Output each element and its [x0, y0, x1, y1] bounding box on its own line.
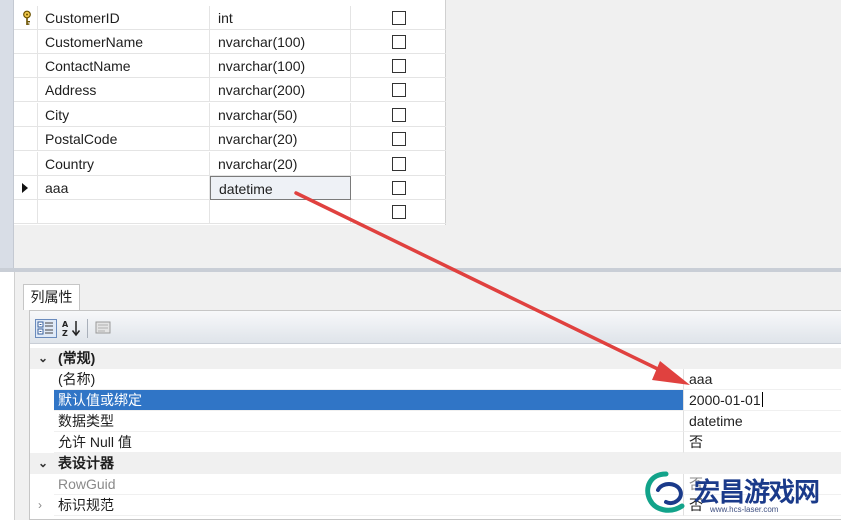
property-label: 数据类型	[54, 411, 683, 432]
data-type-cell[interactable]: nvarchar(20)	[210, 127, 351, 151]
watermark-text: 宏昌游戏网	[694, 478, 820, 508]
column-name-cell[interactable]: City	[38, 103, 210, 127]
allow-null-cell[interactable]	[351, 30, 446, 54]
row-header[interactable]	[14, 78, 38, 102]
data-type-cell[interactable]: int	[210, 6, 351, 30]
table-row[interactable]: PostalCode nvarchar(20)	[14, 127, 446, 151]
data-type-cell[interactable]: nvarchar(200)	[210, 78, 351, 102]
column-name-cell[interactable]: Address	[38, 78, 210, 102]
row-header[interactable]	[14, 176, 38, 200]
row-header[interactable]	[14, 103, 38, 127]
default-value-input[interactable]: 2000-01-01	[683, 390, 841, 411]
property-label: 标识规范	[54, 495, 683, 516]
category-label: 表设计器	[58, 455, 114, 471]
table-row-new[interactable]	[14, 200, 446, 224]
table-row-current[interactable]: aaa datetime	[14, 176, 446, 200]
alphabetical-sort-icon: A Z	[62, 320, 81, 338]
property-value[interactable]: datetime	[683, 411, 841, 432]
row-header[interactable]	[14, 54, 38, 78]
allow-null-checkbox[interactable]	[392, 35, 406, 49]
column-name-cell[interactable]: CustomerID	[38, 6, 210, 30]
allow-null-checkbox[interactable]	[392, 83, 406, 97]
text-caret	[761, 392, 763, 407]
data-type-cell[interactable]	[210, 200, 351, 224]
property-row-allow-null[interactable]: 允许 Null 值 否	[30, 432, 841, 453]
property-value[interactable]: 否	[683, 432, 841, 453]
column-name-cell[interactable]: PostalCode	[38, 127, 210, 151]
row-header[interactable]	[14, 200, 38, 224]
property-row-name[interactable]: (名称) aaa	[30, 369, 841, 390]
tab-column-properties[interactable]: 列属性	[23, 284, 80, 310]
allow-null-cell[interactable]	[351, 200, 446, 224]
data-type-cell[interactable]: nvarchar(50)	[210, 103, 351, 127]
row-header[interactable]	[14, 6, 38, 30]
data-type-cell[interactable]: datetime	[210, 176, 351, 200]
column-name-cell[interactable]: ContactName	[38, 54, 210, 78]
column-name-cell[interactable]: CustomerName	[38, 30, 210, 54]
allow-null-cell[interactable]	[351, 127, 446, 151]
default-value-text: 2000-01-01	[689, 392, 761, 408]
allow-null-cell[interactable]	[351, 152, 446, 176]
table-row[interactable]: CustomerName nvarchar(100)	[14, 30, 446, 54]
property-label: RowGuid	[54, 474, 683, 495]
object-explorer-edge	[0, 0, 14, 268]
collapse-icon[interactable]: ⌄	[38, 351, 50, 365]
column-name-cell[interactable]: aaa	[38, 176, 210, 200]
allow-null-cell[interactable]	[351, 103, 446, 127]
allow-null-checkbox[interactable]	[392, 132, 406, 146]
property-grid-toolbar: A Z	[30, 311, 841, 344]
property-pages-button[interactable]	[93, 319, 115, 338]
columns-grid: CustomerID int CustomerName nvarchar(100…	[14, 0, 446, 225]
svg-text:Z: Z	[62, 329, 68, 338]
collapse-icon[interactable]: ⌄	[38, 456, 50, 470]
property-pages-icon	[95, 321, 111, 334]
key-icon	[23, 10, 31, 25]
data-type-cell[interactable]: nvarchar(100)	[210, 54, 351, 78]
allow-null-checkbox[interactable]	[392, 205, 406, 219]
allow-null-checkbox[interactable]	[392, 11, 406, 25]
watermark-emblem	[645, 471, 685, 513]
allow-null-checkbox[interactable]	[392, 157, 406, 171]
allow-null-cell[interactable]	[351, 78, 446, 102]
table-row[interactable]: City nvarchar(50)	[14, 103, 446, 127]
table-designer-area: CustomerID int CustomerName nvarchar(100…	[0, 0, 841, 268]
table-row[interactable]: Address nvarchar(200)	[14, 78, 446, 102]
allow-null-cell[interactable]	[351, 6, 446, 30]
table-row[interactable]: ContactName nvarchar(100)	[14, 54, 446, 78]
table-row[interactable]: Country nvarchar(20)	[14, 152, 446, 176]
property-row-data-type[interactable]: 数据类型 datetime	[30, 411, 841, 432]
property-label: 默认值或绑定	[54, 390, 683, 411]
alphabetical-button[interactable]: A Z	[61, 319, 83, 338]
column-name-cell[interactable]	[38, 200, 210, 224]
watermark-url: www.hcs-laser.com	[710, 505, 779, 514]
toolbar-separator	[87, 319, 88, 338]
categorized-button[interactable]	[35, 319, 57, 338]
category-label: (常规)	[58, 350, 96, 366]
categorized-icon	[37, 321, 53, 335]
property-row-default-value[interactable]: 默认值或绑定 2000-01-01	[30, 390, 841, 411]
category-general[interactable]: ⌄ (常规)	[30, 348, 841, 369]
row-header[interactable]	[14, 152, 38, 176]
expand-icon[interactable]: ›	[38, 498, 50, 512]
allow-null-cell[interactable]	[351, 54, 446, 78]
table-row[interactable]: CustomerID int	[14, 6, 446, 30]
row-header[interactable]	[14, 30, 38, 54]
watermark-logo: 宏昌游戏网 www.hcs-laser.com	[636, 466, 841, 520]
row-pointer-icon	[22, 183, 28, 193]
allow-null-checkbox[interactable]	[392, 108, 406, 122]
property-value[interactable]: aaa	[683, 369, 841, 390]
allow-null-checkbox[interactable]	[392, 181, 406, 195]
property-label: (名称)	[54, 369, 683, 390]
property-label: 允许 Null 值	[54, 432, 683, 453]
data-type-cell[interactable]: nvarchar(100)	[210, 30, 351, 54]
svg-text:A: A	[62, 320, 69, 329]
allow-null-checkbox[interactable]	[392, 59, 406, 73]
column-name-cell[interactable]: Country	[38, 152, 210, 176]
row-header[interactable]	[14, 127, 38, 151]
allow-null-cell[interactable]	[351, 176, 446, 200]
data-type-cell[interactable]: nvarchar(20)	[210, 152, 351, 176]
